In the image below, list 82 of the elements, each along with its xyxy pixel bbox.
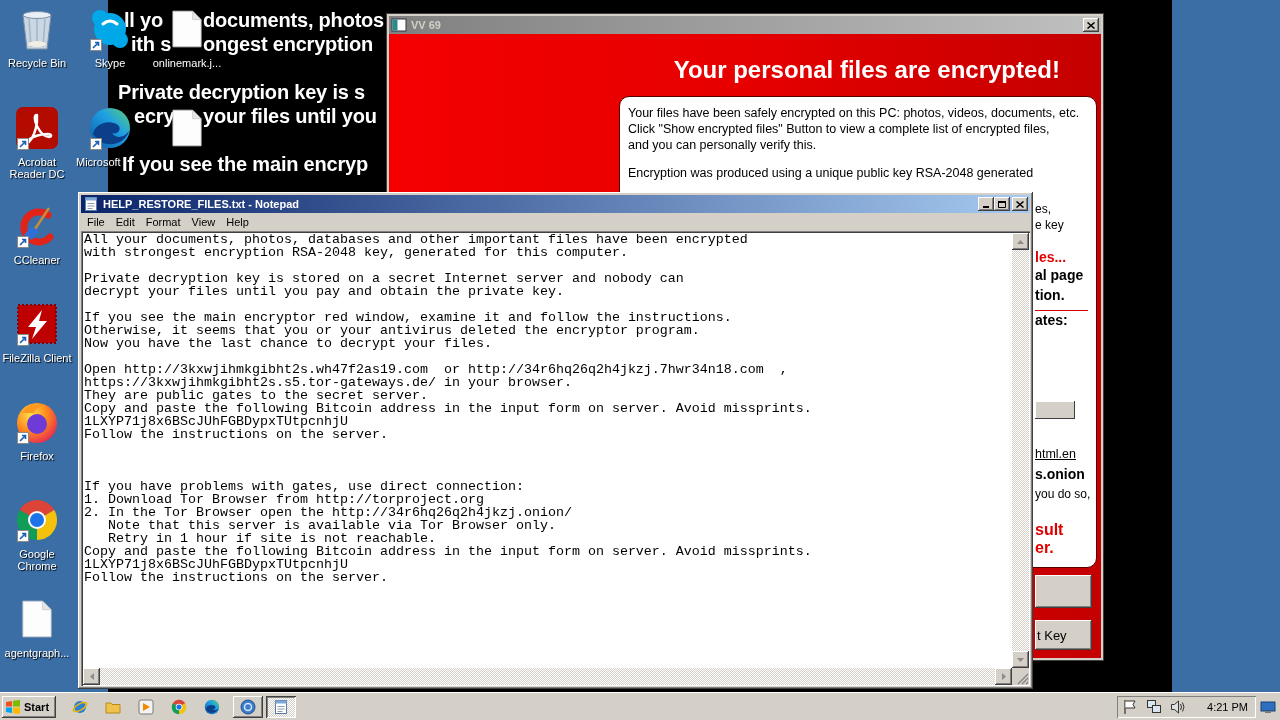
window-title: HELP_RESTORE_FILES.txt - Notepad	[103, 198, 300, 210]
icon-label[interactable]: Firefox	[20, 450, 54, 462]
close-button[interactable]	[1012, 197, 1028, 211]
warning-text: er.	[1035, 539, 1054, 557]
minimize-button[interactable]	[978, 197, 994, 211]
document-icon[interactable]	[172, 9, 202, 49]
panel-button[interactable]	[1035, 401, 1075, 419]
up-arrow-icon	[1017, 239, 1024, 244]
flag-logo-icon	[5, 698, 21, 715]
speaker-icon[interactable]	[1170, 698, 1187, 715]
icon-label[interactable]: Google Chrome	[17, 548, 57, 572]
wallpaper-text: ll yo	[124, 8, 163, 32]
icon-label[interactable]: Acrobat Reader DC	[9, 156, 65, 180]
ringed-globe-icon[interactable]	[72, 698, 88, 715]
wallpaper-text: your files until you	[203, 104, 377, 128]
maximize-icon	[998, 200, 1006, 208]
wallpaper-text: ecry	[134, 104, 175, 128]
taskbar-button[interactable]	[233, 695, 263, 718]
menu-item[interactable]: Edit	[110, 216, 140, 228]
scroll-up-button[interactable]	[1012, 233, 1029, 250]
firefox-icon[interactable]	[15, 400, 59, 444]
edge-icon[interactable]	[88, 106, 132, 150]
chrome-icon[interactable]	[15, 498, 59, 542]
notepad-icon	[273, 698, 289, 715]
close-button[interactable]	[1083, 18, 1099, 32]
menu-item[interactable]: View	[186, 216, 221, 228]
message-text: e key	[1035, 217, 1064, 233]
document-icon[interactable]	[172, 108, 202, 148]
wallpaper-text: ith s	[131, 32, 172, 56]
menu-item[interactable]: Help	[221, 216, 254, 228]
filezilla-icon[interactable]	[15, 302, 59, 346]
flag-icon[interactable]	[1122, 698, 1139, 715]
edge-icon[interactable]	[204, 698, 220, 715]
disc-icon	[240, 698, 256, 715]
menu-item[interactable]: File	[82, 216, 110, 228]
down-arrow-icon	[1017, 657, 1024, 662]
window-icon	[391, 17, 407, 33]
wallpaper-text: If you see the main encryp	[122, 152, 368, 176]
bold-text: tion.	[1035, 286, 1065, 304]
scroll-down-button[interactable]	[1012, 651, 1029, 668]
left-arrow-icon	[89, 673, 94, 680]
scroll-right-button[interactable]	[995, 668, 1012, 685]
horizontal-scrollbar[interactable]	[83, 668, 1012, 685]
close-icon	[1087, 21, 1095, 29]
start-button[interactable]: Start	[2, 695, 56, 718]
icon-label[interactable]: CCleaner	[13, 254, 61, 266]
chrome-icon[interactable]	[171, 698, 187, 715]
acrobat-icon[interactable]	[15, 106, 59, 150]
heading: Your personal files are encrypted!	[673, 56, 1060, 83]
alert-text: les...	[1035, 248, 1067, 266]
message-paragraph: Encryption was produced using a unique public key RSA-2048 generated	[628, 165, 1035, 181]
message-text: es,	[1035, 201, 1051, 217]
scroll-left-button[interactable]	[83, 668, 100, 685]
window-title: VV 69	[411, 19, 442, 31]
clock[interactable]: 4:21 PM	[1207, 700, 1248, 713]
icon-label[interactable]: agentgraph...	[4, 647, 70, 659]
bold-text: ates:	[1035, 311, 1068, 329]
message-paragraph: Your files have been safely encrypted on this PC: photos, videos, documents, etc. Click "Show encrypted files" Button to view a complete list of encrypted files, and you can personally verify this.	[628, 105, 1081, 153]
icon-label[interactable]: onlinemark.j...	[152, 57, 222, 69]
notepad-icon	[83, 196, 99, 212]
message-text: you do so,	[1035, 486, 1091, 502]
network-icon[interactable]	[1146, 698, 1163, 715]
taskbar-button[interactable]	[266, 695, 296, 718]
bold-text: al page	[1035, 266, 1084, 284]
wallpaper-text: Private decryption key is s	[118, 80, 365, 104]
wallpaper-text: documents, photos	[203, 8, 385, 32]
right-arrow-icon	[1001, 673, 1006, 680]
action-button[interactable]	[1035, 575, 1092, 608]
show-desktop-icon[interactable]	[1260, 698, 1276, 715]
maximize-button[interactable]	[994, 197, 1010, 211]
menu-item[interactable]: Format	[140, 216, 186, 228]
size-grip-icon[interactable]	[1017, 673, 1029, 685]
bold-text: s.onion	[1035, 465, 1085, 483]
close-icon	[1016, 200, 1024, 208]
document-text: All your documents, photos, databases and other important files have been encrypted with strongest encryption RSA-2048 key, generated for this computer. Private decryption key is stored on a secret Internet server and nobody can decrypt your files until you pay and obtain the private key. If you see the main encryptor red window, examine it and follow the instructions. Otherwise, it seems that you or your antivirus deleted the encryptor program. Now you have the last chance to decrypt your files. Open http://3kxwjihmkgibht2s.wh47f2as19.com or http://34r6hq26q2h4jkzj.7hwr34n18.com , https://3kxwjihmkgibht2s.s5.tor-gateways.de/ in your browser. They are public gates to the secret server. Copy and paste the following Bitcoin address in the input form on server. Avoid missprints. 1LXYP71j8x6BScJUhFGBDypxTUtpcnhjU Follow the instructions on the server. If you have problems with gates, use direct connection: 1. Download Tor Browser from http://torproject.org 2. In the Tor Browser open the http://34r6hq26q2h4jkzj.onion/ Note that this server is available via Tor Browser only. Retry in 1 hour if site is not reachable. Copy and paste the following Bitcoin address in the input form on server. Avoid missprints. 1LXYP71j8x6BScJUhFGBDypxTUtpcnhjU Follow the instructions on the server.	[83, 233, 813, 584]
action-button[interactable]: t Key	[1035, 620, 1092, 650]
warning-text: sult	[1035, 521, 1064, 539]
icon-label[interactable]: FileZilla Client	[2, 352, 72, 364]
link[interactable]: html.en	[1035, 446, 1076, 462]
icon-label[interactable]: Recycle Bin	[7, 57, 67, 69]
wallpaper-text: ongest encryption	[203, 32, 373, 56]
vertical-scrollbar[interactable]	[1012, 233, 1029, 668]
